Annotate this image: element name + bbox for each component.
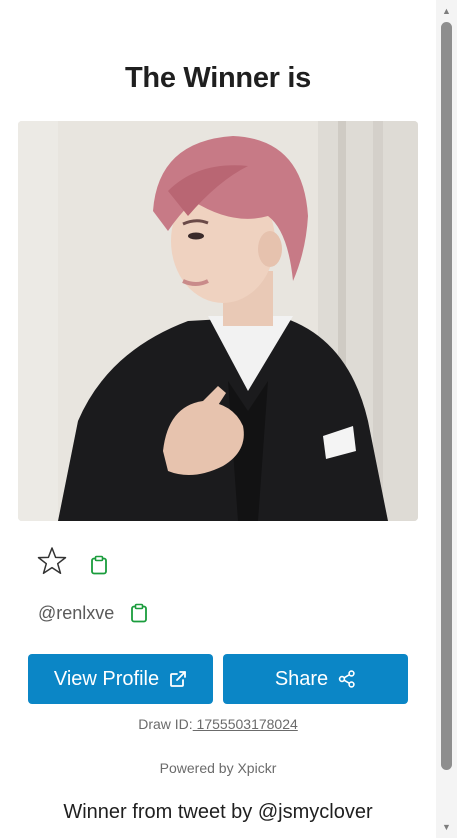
draw-id-label: Draw ID: [138, 716, 193, 732]
triangle-up-icon[interactable]: ▲ [436, 2, 457, 20]
page: The Winner is @renlxve View Profile Shar… [0, 0, 457, 838]
winner-username: @renlxve [38, 602, 115, 623]
winner-photo-illustration [18, 121, 418, 521]
external-link-icon [170, 671, 187, 687]
star-outline-icon[interactable] [36, 545, 68, 577]
clipboard-icon[interactable] [130, 603, 148, 623]
page-title: The Winner is [125, 62, 311, 94]
view-profile-label: View Profile [53, 667, 160, 690]
winner-username-row: @renlxve [38, 601, 148, 625]
view-profile-button[interactable]: View Profile [28, 654, 213, 704]
draw-id-link[interactable]: 1755503178024 [193, 716, 298, 732]
action-icons-row [36, 544, 108, 578]
share-button[interactable]: Share [223, 654, 408, 704]
share-label: Share [274, 667, 329, 690]
share-nodes-icon [338, 670, 355, 688]
winner-photo [18, 121, 418, 521]
tweet-note: Winner from tweet by @jsmyclover [63, 801, 373, 823]
clipboard-icon[interactable] [90, 555, 108, 575]
winner-card: The Winner is @renlxve View Profile Shar… [0, 0, 436, 838]
vertical-scrollbar[interactable]: ▲ ▼ [436, 0, 457, 838]
scrollbar-thumb[interactable] [441, 22, 452, 770]
powered-by: Powered by Xpickr [159, 760, 277, 776]
draw-id: Draw ID: 1755503178024 [0, 716, 436, 732]
triangle-down-icon[interactable]: ▼ [436, 818, 457, 836]
